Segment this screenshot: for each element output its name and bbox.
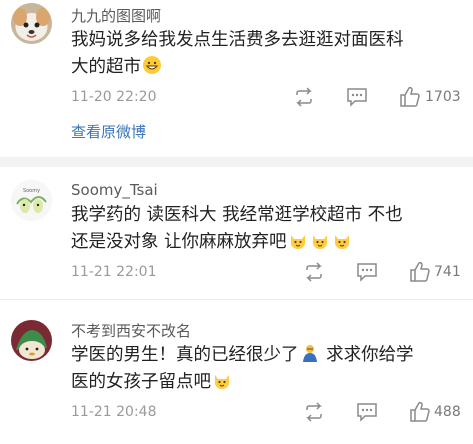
comment-text: 学医的男生！真的已经很少了 求求你给学 医的女孩子留点吧: [71, 345, 414, 392]
comment-icon[interactable]: [345, 86, 369, 108]
thumbs-up-icon[interactable]: [408, 261, 432, 283]
repost-icon[interactable]: [292, 86, 316, 108]
cat-face-emoji: [312, 235, 327, 249]
like-count: 488: [434, 404, 461, 420]
username[interactable]: 不考到西安不改名: [71, 320, 191, 341]
like-count: 1703: [425, 89, 461, 105]
comment-time: 11-21 22:01: [71, 264, 157, 280]
avatar[interactable]: Soomy: [11, 180, 52, 221]
cat-face-emoji: [334, 235, 349, 249]
view-original-link[interactable]: 查看原微博: [71, 121, 146, 142]
comment-text: 我妈说多给我发点生活费多去逛逛对面医科 大的超市: [71, 30, 404, 77]
cat-face-emoji: [290, 235, 305, 249]
person-bowing-emoji: [302, 345, 317, 362]
svg-text:Soomy: Soomy: [23, 188, 40, 194]
like-count: 741: [434, 264, 461, 280]
grinning-emoji: [143, 56, 161, 74]
thumbs-up-icon[interactable]: [408, 401, 432, 423]
username[interactable]: Soomy_Tsai: [71, 181, 158, 199]
comment-time: 11-21 20:48: [71, 404, 157, 420]
thumbs-up-icon[interactable]: [398, 86, 422, 108]
avatar[interactable]: [11, 320, 52, 361]
comment-item: 九九的图图啊 我妈说多给我发点生活费多去逛逛对面医科 大的超市 11-20 22…: [0, 0, 473, 157]
comment-item: 不考到西安不改名 学医的男生！真的已经很少了 求求你给学 医的女孩子留点吧 11…: [0, 300, 473, 444]
username[interactable]: 九九的图图啊: [71, 5, 161, 26]
repost-icon[interactable]: [302, 261, 326, 283]
repost-icon[interactable]: [302, 401, 326, 423]
avatar[interactable]: [11, 3, 52, 44]
comment-icon[interactable]: [355, 401, 379, 423]
comment-item: Soomy Soomy_Tsai 我学药的 读医科大 我经常逛学校超市 不也 还…: [0, 167, 473, 300]
comment-icon[interactable]: [355, 261, 379, 283]
cat-face-emoji: [215, 375, 229, 389]
section-separator: [0, 157, 473, 167]
comment-text: 我学药的 读医科大 我经常逛学校超市 不也 还是没对象 让你麻麻放弃吧: [71, 205, 403, 252]
comment-time: 11-20 22:20: [71, 89, 157, 105]
